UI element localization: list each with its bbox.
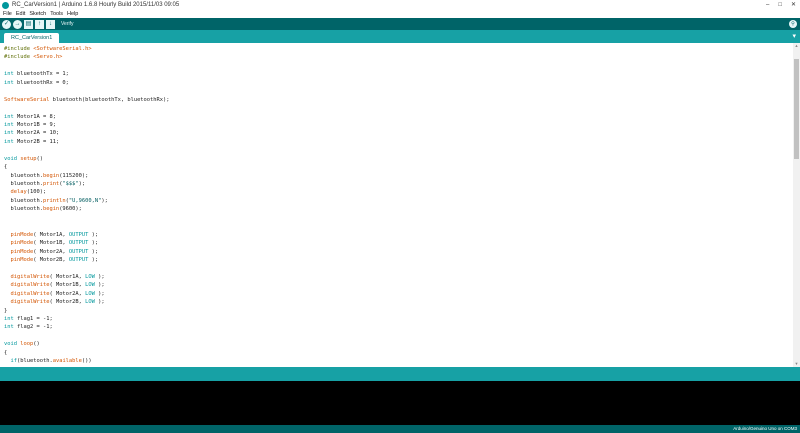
code-text[interactable]: #include <SoftwareSerial.h> #include <Ser…	[4, 45, 170, 367]
code-line[interactable]: int Motor2A = 10;	[4, 129, 170, 137]
code-line[interactable]: int flag1 = -1;	[4, 315, 170, 323]
arrow-up-icon: ↑	[38, 20, 41, 27]
close-button[interactable]: ✕	[791, 1, 796, 9]
code-line[interactable]	[4, 222, 170, 230]
menu-edit[interactable]: Edit	[16, 10, 25, 18]
menu-help[interactable]: Help	[67, 10, 78, 18]
title-bar: RC_CarVersion1 | Arduino 1.6.8 Hourly Bu…	[0, 0, 800, 10]
scrollbar-thumb[interactable]	[794, 59, 799, 159]
window-controls: – □ ✕	[766, 1, 796, 9]
code-line[interactable]: digitalWrite( Motor1A, LOW );	[4, 273, 170, 281]
code-line[interactable]: void loop()	[4, 340, 170, 348]
code-line[interactable]	[4, 332, 170, 340]
code-line[interactable]: {	[4, 349, 170, 357]
save-sketch-button[interactable]: ↓	[46, 19, 55, 29]
code-line[interactable]	[4, 264, 170, 272]
code-line[interactable]	[4, 146, 170, 154]
editor-scrollbar[interactable]: ▲ ▼	[793, 43, 800, 367]
tab-rc-carversion1[interactable]: RC_CarVersion1	[4, 33, 60, 43]
tab-menu-button[interactable]: ▾	[792, 33, 796, 40]
code-line[interactable]: digitalWrite( Motor2B, LOW );	[4, 298, 170, 306]
code-line[interactable]: pinMode( Motor2B, OUTPUT );	[4, 256, 170, 264]
menu-sketch[interactable]: Sketch	[29, 10, 46, 18]
code-line[interactable]: bluetooth.begin(115200);	[4, 172, 170, 180]
tab-bar: RC_CarVersion1 ▾	[0, 30, 800, 43]
code-line[interactable]: int flag2 = -1;	[4, 323, 170, 331]
menu-tools[interactable]: Tools	[50, 10, 63, 18]
code-line[interactable]	[4, 62, 170, 70]
board-port-label: Arduino/Genuino Uno on COM3	[733, 426, 797, 431]
code-line[interactable]: int bluetoothTx = 1;	[4, 70, 170, 78]
code-line[interactable]: SoftwareSerial bluetooth(bluetoothTx, bl…	[4, 96, 170, 104]
minimize-button[interactable]: –	[766, 1, 769, 9]
code-line[interactable]: #include <SoftwareSerial.h>	[4, 45, 170, 53]
status-bar	[0, 367, 800, 381]
new-sketch-button[interactable]: ▤	[24, 19, 33, 29]
code-line[interactable]: bluetooth.begin(9600);	[4, 205, 170, 213]
code-line[interactable]	[4, 104, 170, 112]
code-line[interactable]: pinMode( Motor2A, OUTPUT );	[4, 248, 170, 256]
magnifier-icon: ⚲	[791, 21, 795, 27]
serial-monitor-button[interactable]: ⚲	[789, 20, 797, 28]
open-sketch-button[interactable]: ↑	[35, 19, 44, 29]
code-line[interactable]: {	[4, 163, 170, 171]
scroll-up-icon[interactable]: ▲	[793, 43, 800, 49]
code-line[interactable]: }	[4, 307, 170, 315]
code-line[interactable]: bluetooth.print("$$$");	[4, 180, 170, 188]
toolbar: ✓ → ▤ ↑ ↓ Verify ⚲	[0, 18, 800, 30]
menu-file[interactable]: File	[3, 10, 12, 18]
menu-bar: File Edit Sketch Tools Help	[0, 10, 800, 18]
arrow-right-icon: →	[14, 20, 21, 27]
chevron-down-icon: ▾	[792, 33, 796, 40]
code-line[interactable]: digitalWrite( Motor1B, LOW );	[4, 281, 170, 289]
code-line[interactable]: if(bluetooth.available())	[4, 357, 170, 365]
code-line[interactable]: int bluetoothRx = 0;	[4, 79, 170, 87]
code-line[interactable]: int Motor2B = 11;	[4, 138, 170, 146]
checkmark-icon: ✓	[3, 20, 10, 27]
upload-button[interactable]: →	[13, 19, 22, 29]
code-line[interactable]	[4, 214, 170, 222]
verify-button[interactable]: ✓	[2, 19, 11, 29]
code-line[interactable]: pinMode( Motor1A, OUTPUT );	[4, 231, 170, 239]
console-output[interactable]	[0, 381, 800, 425]
code-line[interactable]: int Motor1A = 8;	[4, 113, 170, 121]
footer-bar: Arduino/Genuino Uno on COM3	[0, 425, 800, 433]
code-line[interactable]	[4, 87, 170, 95]
code-line[interactable]: int Motor1B = 9;	[4, 121, 170, 129]
code-line[interactable]: bluetooth.println("U,9600,N");	[4, 197, 170, 205]
code-line[interactable]: #include <Servo.h>	[4, 53, 170, 61]
toolbar-hint: Verify	[61, 21, 74, 27]
new-file-icon: ▤	[25, 20, 32, 27]
code-editor[interactable]: #include <SoftwareSerial.h> #include <Ser…	[0, 43, 800, 367]
arduino-logo-icon	[2, 1, 9, 9]
code-line[interactable]: digitalWrite( Motor2A, LOW );	[4, 290, 170, 298]
window-title: RC_CarVersion1 | Arduino 1.6.8 Hourly Bu…	[12, 2, 180, 8]
code-line[interactable]: pinMode( Motor1B, OUTPUT );	[4, 239, 170, 247]
maximize-button[interactable]: □	[778, 1, 782, 9]
code-line[interactable]: void setup()	[4, 155, 170, 163]
code-line[interactable]: delay(100);	[4, 188, 170, 196]
arrow-down-icon: ↓	[49, 20, 52, 27]
